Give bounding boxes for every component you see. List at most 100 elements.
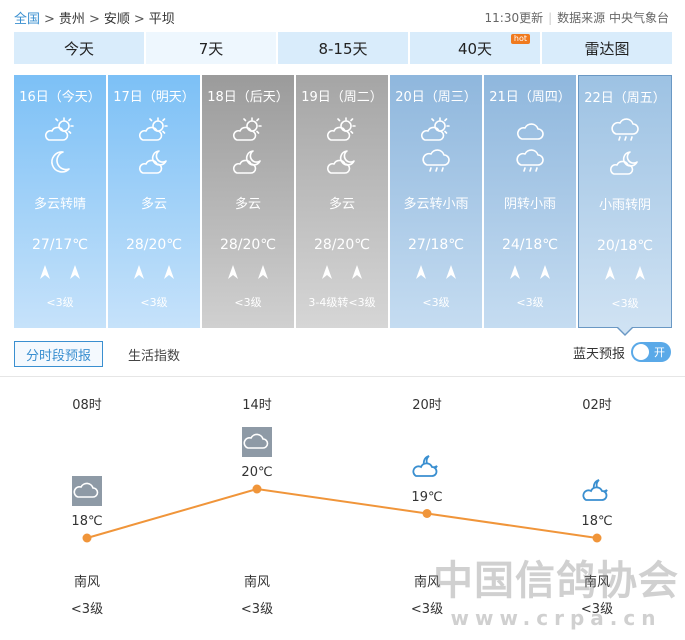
tab-8-15-days[interactable]: 8-15天	[278, 32, 408, 64]
wind-arrow-icon	[635, 266, 645, 280]
tab-label: 雷达图	[584, 39, 630, 58]
wind-level: <3级	[516, 296, 544, 309]
day-temperature: 20/18℃	[596, 238, 654, 254]
wind-direction	[484, 265, 576, 279]
tab-7-days[interactable]: 7天	[146, 32, 276, 64]
tab-hourly-forecast[interactable]: 分时段预报	[14, 341, 104, 367]
day-card[interactable]: 22日（周五） 小雨转阴 20/18℃ <3级	[578, 75, 672, 336]
day-card[interactable]: 19日（周二） 多云 28/20℃ 3-4级转<3级	[296, 75, 388, 328]
day-card[interactable]: 16日（今天） 多云转晴 27/17℃ <3级	[14, 75, 106, 328]
temperature-point	[422, 509, 432, 518]
day-temperature: 28/20℃	[313, 237, 371, 253]
wind-arrow-icon	[40, 265, 50, 279]
day-weather-desc: 多云转小雨	[403, 197, 469, 212]
temperature-point	[592, 533, 602, 543]
hot-badge: hot	[510, 34, 530, 44]
wind-arrow-icon	[605, 266, 615, 280]
sub-tabs: 分时段预报 生活指数	[14, 341, 191, 367]
breadcrumb-city[interactable]: 安顺	[104, 12, 130, 27]
day-date: 20日（周三）	[395, 90, 477, 105]
toggle-label: 开	[654, 346, 665, 359]
hour-wind-level: <3级	[410, 602, 444, 617]
meta-divider: |	[548, 11, 553, 25]
wind-direction	[108, 265, 200, 279]
day-temperature: 24/18℃	[501, 237, 559, 253]
day-weather-desc: 多云	[328, 197, 355, 212]
hour-wind-direction: 南风	[243, 575, 270, 590]
tab-label: 40天	[457, 39, 493, 58]
breadcrumb-separator: >	[133, 12, 145, 27]
day-card[interactable]: 17日（明天） 多云 28/20℃ <3级	[108, 75, 200, 328]
forecast-tabs: 今天 7天 8-15天 40天 hot 雷达图	[14, 32, 672, 64]
wind-arrow-icon	[446, 265, 456, 279]
blue-sky-label: 蓝天预报	[572, 346, 625, 362]
partly-cloudy-night-icon	[608, 150, 642, 176]
day-weather-desc: 小雨转阴	[598, 198, 651, 213]
wind-arrow-icon	[540, 265, 550, 279]
temperature-point	[252, 484, 262, 494]
day-date: 19日（周二）	[301, 90, 383, 105]
breadcrumb-national[interactable]: 全国	[14, 12, 40, 27]
day-card[interactable]: 20日（周三） 多云转小雨 27/18℃ <3级	[390, 75, 482, 328]
wind-direction	[202, 265, 294, 279]
section-divider	[0, 376, 685, 377]
partly-cloudy-night-icon	[325, 149, 359, 175]
cloudy-night-icon	[412, 452, 442, 482]
day-weather-desc: 多云转晴	[33, 197, 86, 212]
rain-icon	[419, 149, 453, 175]
wind-level: <3级	[140, 296, 168, 309]
day-card[interactable]: 18日（后天） 多云 28/20℃ <3级	[202, 75, 294, 328]
day-temperature: 27/17℃	[31, 237, 89, 253]
breadcrumb-separator: >	[88, 12, 100, 27]
wind-arrow-icon	[322, 265, 332, 279]
day-date: 18日（后天）	[207, 90, 289, 105]
day-card[interactable]: 21日（周四） 阴转小雨 24/18℃ <3级	[484, 75, 576, 328]
hour-time: 02时	[582, 398, 612, 413]
wind-level: <3级	[422, 296, 450, 309]
wind-level: <3级	[46, 296, 74, 309]
cloud-icon	[513, 117, 547, 143]
day-temperature: 27/18℃	[407, 237, 465, 253]
seven-day-forecast: 16日（今天） 多云转晴 27/17℃ <3级 17日（明天） 多云 28/20…	[14, 75, 672, 336]
tab-40-days[interactable]: 40天 hot	[410, 32, 540, 64]
hour-wind-level: <3级	[240, 602, 274, 617]
wind-arrow-icon	[352, 265, 362, 279]
day-weather-desc: 阴转小雨	[503, 197, 556, 212]
tab-life-index[interactable]: 生活指数	[117, 341, 191, 367]
subtab-label: 生活指数	[128, 348, 181, 364]
temperature-point	[82, 533, 92, 543]
blue-sky-toggle[interactable]: 开	[631, 342, 671, 362]
wind-level: <3级	[234, 296, 262, 309]
tab-radar[interactable]: 雷达图	[542, 32, 672, 64]
breadcrumb-province[interactable]: 贵州	[59, 12, 85, 27]
update-info: 11:30更新 | 数据来源 中央气象台	[485, 9, 669, 26]
toggle-knob	[633, 344, 649, 360]
wind-level: <3级	[611, 297, 639, 310]
subtab-label: 分时段预报	[26, 348, 92, 364]
selected-pointer	[616, 326, 634, 336]
hour-time: 20时	[412, 398, 442, 413]
wind-direction	[390, 265, 482, 279]
wind-arrow-icon	[416, 265, 426, 279]
wind-direction	[14, 265, 106, 279]
tab-today[interactable]: 今天	[14, 32, 144, 64]
partly-cloudy-night-icon	[231, 149, 265, 175]
top-bar: 全国 > 贵州 > 安顺 > 平坝 11:30更新 | 数据来源 中央气象台	[0, 0, 685, 30]
wind-direction	[296, 265, 388, 279]
tab-label: 8-15天	[318, 39, 368, 58]
day-date: 17日（明天）	[113, 90, 195, 105]
cloud-icon	[72, 476, 102, 506]
day-date: 16日（今天）	[19, 90, 101, 105]
day-weather-desc: 多云	[140, 197, 167, 212]
hour-wind-direction: 南风	[73, 575, 100, 590]
hour-wind-level: <3级	[70, 602, 104, 617]
hour-temperature: 18℃	[581, 514, 613, 529]
day-temperature: 28/20℃	[219, 237, 277, 253]
data-source: 数据来源 中央气象台	[557, 11, 669, 25]
partly-cloudy-night-icon	[137, 149, 171, 175]
breadcrumb-county: 平坝	[148, 12, 175, 27]
tab-label: 今天	[63, 39, 94, 58]
wind-arrow-icon	[70, 265, 80, 279]
cloud-icon	[242, 427, 272, 457]
partly-cloudy-day-icon	[231, 117, 265, 143]
